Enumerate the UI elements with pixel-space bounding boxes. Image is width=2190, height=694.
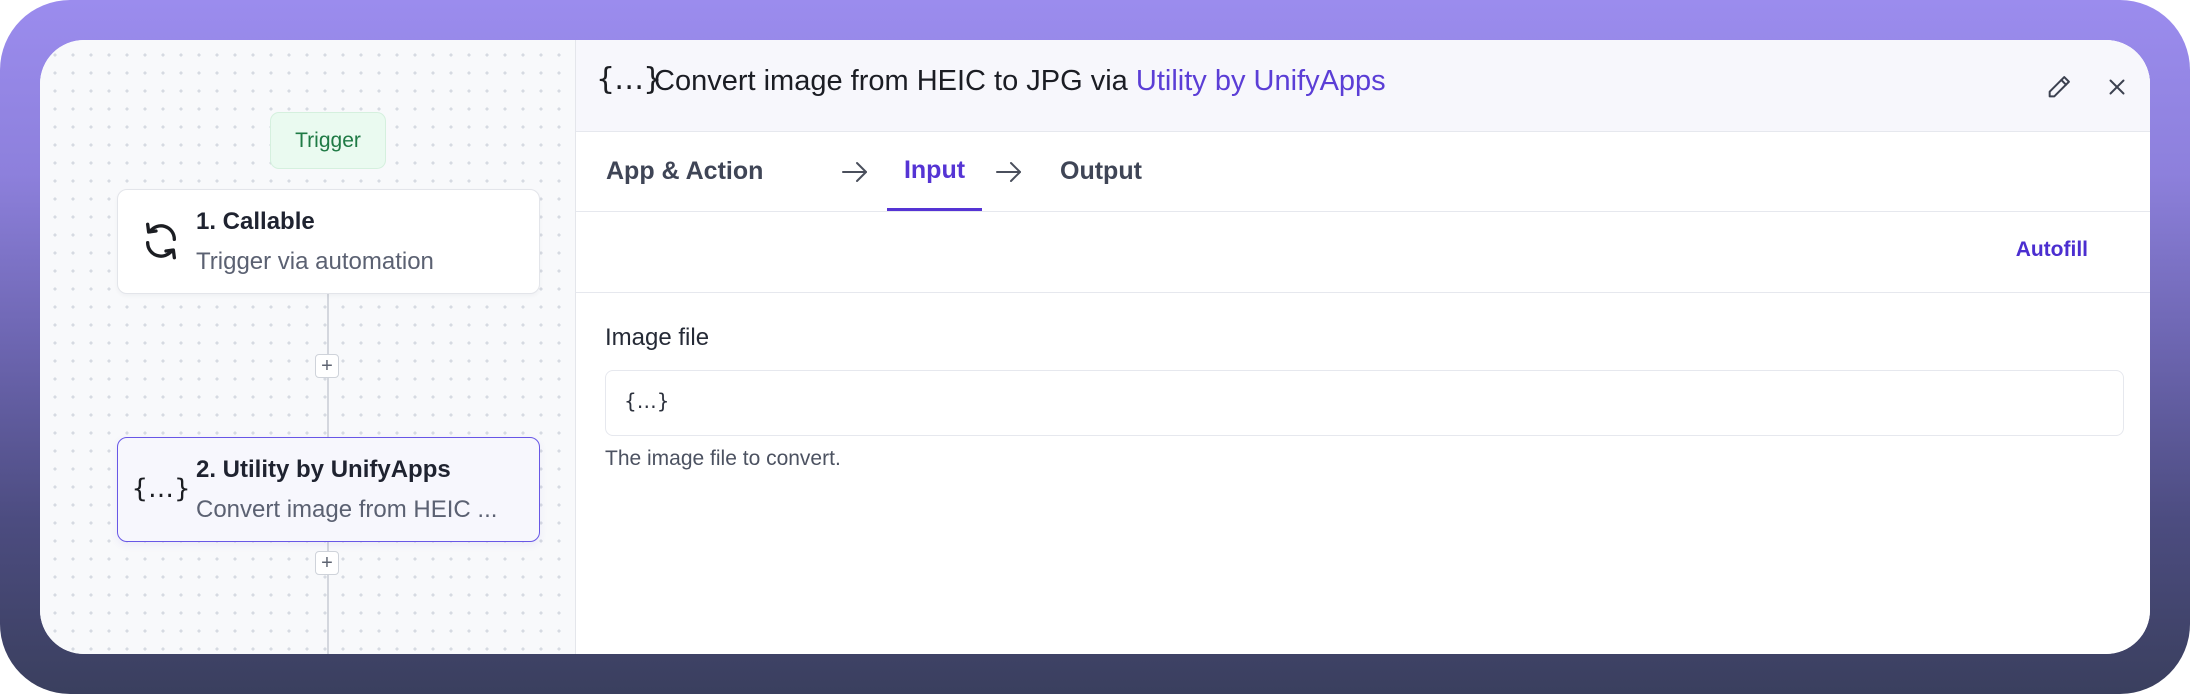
step-card-callable[interactable]: 1. Callable Trigger via automation — [117, 189, 540, 294]
step-title: 1. Callable — [196, 208, 315, 235]
arrow-right-icon — [842, 162, 867, 182]
close-icon — [2109, 79, 2125, 95]
panel-header: {…} Convert image from HEIC to JPG via U… — [576, 40, 2150, 132]
curly-braces-icon: {…} — [596, 62, 662, 97]
step-subtitle: Convert image from HEIC ... — [196, 496, 498, 523]
image-file-label: Image file — [605, 324, 710, 351]
image-file-value: {…} — [624, 389, 670, 413]
step-tabs: App & Action Input Output — [576, 132, 2150, 212]
app-frame: Trigger 1. Callable Trigger via automati… — [0, 0, 2190, 694]
tab-output[interactable]: Output — [1060, 132, 1142, 211]
workflow-canvas[interactable]: Trigger 1. Callable Trigger via automati… — [40, 40, 576, 654]
step-config-panel: {…} Convert image from HEIC to JPG via U… — [576, 40, 2150, 654]
autofill-button[interactable]: Autofill — [2016, 238, 2088, 262]
step-title: 2. Utility by UnifyApps — [196, 456, 451, 483]
step-subtitle: Trigger via automation — [196, 248, 434, 275]
image-file-help: The image file to convert. — [605, 447, 841, 470]
curly-braces-icon: {…} — [131, 474, 191, 504]
add-step-button[interactable]: + — [315, 354, 339, 378]
title-app-link[interactable]: Utility by UnifyApps — [1136, 65, 1386, 97]
panel-title: Convert image from HEIC to JPG via Utili… — [654, 65, 1386, 98]
tab-input[interactable]: Input — [887, 132, 982, 211]
input-toolbar: Autofill — [576, 212, 2150, 293]
step-card-utility[interactable]: {…} 2. Utility by UnifyApps Convert imag… — [117, 437, 540, 542]
tab-app-action[interactable]: App & Action — [606, 132, 763, 211]
arrow-right-icon — [996, 162, 1021, 182]
sync-icon — [140, 220, 182, 262]
pencil-icon — [2048, 76, 2070, 98]
trigger-badge: Trigger — [270, 112, 386, 169]
close-button[interactable] — [2100, 70, 2134, 104]
image-file-input[interactable]: {…} — [605, 370, 2124, 436]
add-step-button[interactable]: + — [315, 551, 339, 575]
edit-button[interactable] — [2042, 70, 2076, 104]
title-prefix: Convert image from HEIC to JPG via — [654, 65, 1136, 97]
workflow-window: Trigger 1. Callable Trigger via automati… — [40, 40, 2150, 654]
